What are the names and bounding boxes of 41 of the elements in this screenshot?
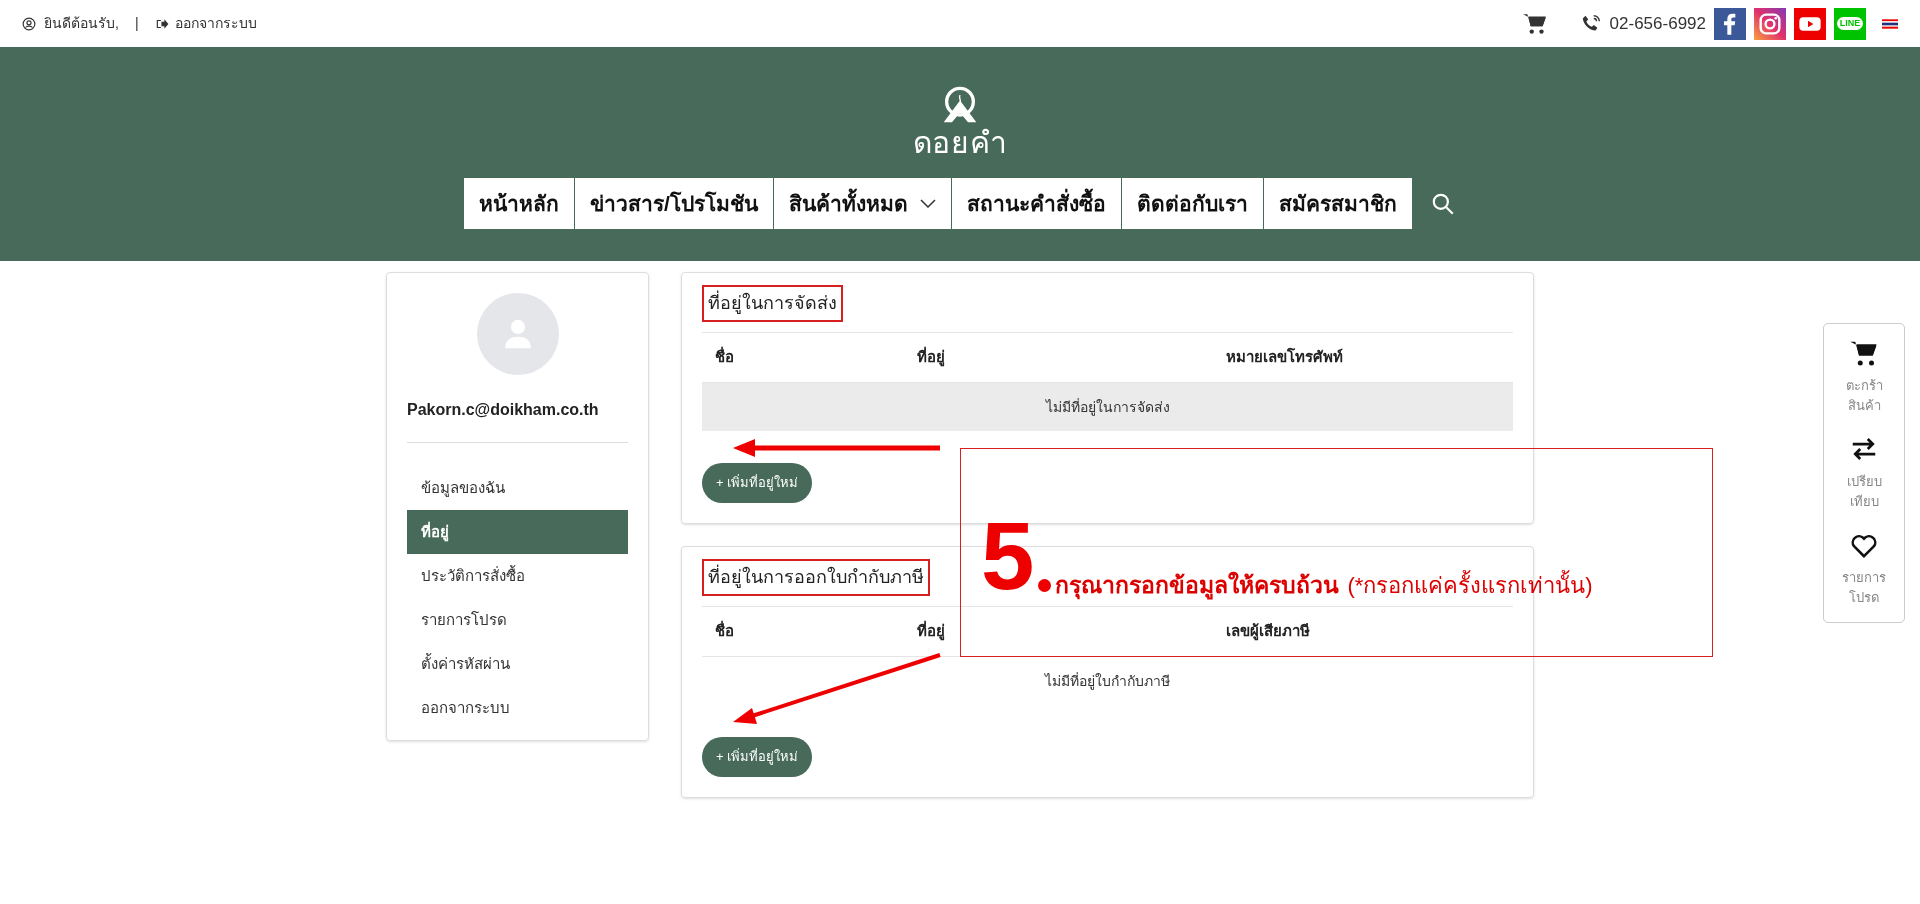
add-address-button[interactable]: + เพิ่มที่อยู่ใหม่: [702, 463, 813, 503]
brand-name: ดอยคำ: [912, 125, 1008, 161]
separator-text: |: [134, 14, 139, 33]
instagram-icon: [1754, 7, 1786, 40]
step-number: 5: [981, 516, 1035, 596]
nav-link[interactable]: หน้าหลัก: [464, 178, 575, 229]
annotation-text: กรุณากรอกข้อมูลให้ครบถ้วน: [1055, 570, 1340, 602]
add-address-button[interactable]: + เพิ่มที่อยู่ใหม่: [702, 737, 813, 777]
nav-link[interactable]: ติดต่อกับเรา: [1120, 178, 1263, 229]
sidebar-menu-item[interactable]: ตั้งค่ารหัสผ่าน: [407, 642, 628, 686]
nav-link[interactable]: ข่าวสาร/โปรโมชัน: [574, 178, 773, 229]
floating-panel-link[interactable]: ตะกร้าสินค้า: [1839, 338, 1889, 416]
section-title: ที่อยู่ในการออกใบกำกับภาษี: [702, 559, 930, 596]
empty-message: ไม่มีที่อยู่ใบกำกับภาษี: [1045, 671, 1170, 692]
floating-panel-link[interactable]: รายการโปรด: [1839, 530, 1889, 608]
facebook-icon: [1714, 7, 1746, 40]
section-title: ที่อยู่ในการจัดส่ง: [702, 285, 843, 322]
sidebar-menu-item[interactable]: รายการโปรด: [407, 598, 628, 642]
floating-panel-link[interactable]: เปรียบเทียบ: [1839, 434, 1889, 512]
column-header: หมายเลขโทรศัพท์: [1225, 347, 1344, 368]
nav-link[interactable]: สถานะคำสั่งซื้อ: [950, 178, 1121, 229]
annotation-note: (*กรอกแค่ครั้งแรกเท่านั้น): [1347, 569, 1593, 602]
greeting-text: ยินดีต้อนรับ,: [44, 14, 119, 33]
column-header: ชื่อ: [714, 620, 735, 642]
sidebar-menu-item[interactable]: ประวัติการสั่งซื้อ: [407, 554, 628, 598]
sidebar-menu-item[interactable]: ที่อยู่: [407, 510, 628, 554]
column-header: เลขผู้เสียภาษี: [1225, 621, 1311, 643]
nav-dropdown[interactable]: สินค้าทั้งหมด: [772, 178, 951, 229]
user-email: Pakorn.c@doikham.co.th: [407, 400, 600, 420]
column-header: ที่อยู่: [916, 620, 946, 643]
logout-link[interactable]: ออกจากระบบ: [154, 13, 257, 34]
chevron-down-icon: [919, 199, 936, 208]
sidebar-menu-item[interactable]: ออกจากระบบ: [407, 686, 628, 730]
user-icon: [22, 16, 36, 31]
column-header: ที่อยู่: [916, 346, 946, 369]
phone-number: 02-656-6992: [1609, 12, 1706, 35]
column-header: ชื่อ: [714, 346, 735, 368]
nav-link[interactable]: สมัครสมาชิก: [1262, 178, 1412, 229]
youtube-icon: [1794, 7, 1826, 40]
empty-message: ไม่มีที่อยู่ในการจัดส่ง: [1045, 397, 1170, 418]
sidebar-menu-item[interactable]: ข้อมูลของฉัน: [407, 466, 628, 510]
